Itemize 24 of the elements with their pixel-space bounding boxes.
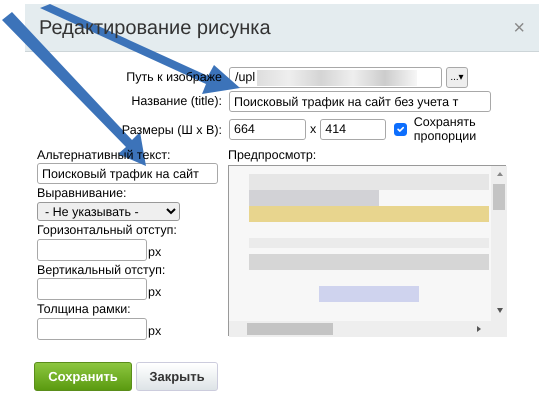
field-label: Название (title): (130, 94, 223, 109)
offset-field[interactable] (37, 238, 147, 261)
height-field[interactable]: 414 (320, 118, 386, 140)
field-label: Толщина рамки: (37, 302, 132, 318)
offset-field[interactable] (37, 278, 147, 300)
alt-text-field[interactable]: Поисковый трафик на сайт (37, 163, 218, 184)
width-field[interactable]: 664 (229, 118, 306, 140)
unit-label: px (148, 245, 162, 261)
align-select[interactable]: - Не указывать - (37, 202, 180, 221)
field-label: Вертикальный отступ: (37, 262, 166, 278)
browse-button[interactable]: ...▾ (446, 67, 468, 88)
path-field[interactable]: /upl (229, 67, 442, 88)
close-button[interactable]: Закрыть (136, 362, 218, 391)
field-label: Размеры (Ш x В): (120, 123, 223, 138)
size-separator: x (310, 122, 316, 137)
field-label: Выравнивание: (37, 186, 128, 202)
field-label: Горизонтальный отступ: (37, 223, 178, 239)
unit-label: px (148, 324, 162, 340)
unit-label: px (148, 284, 162, 300)
preview-label: Предпросмотр: (228, 148, 318, 163)
title-field[interactable]: Поисковый трафик на сайт без учета т (229, 91, 491, 112)
proportions-checkbox[interactable] (394, 123, 407, 136)
checkbox-label: Сохранять пропорции (414, 115, 478, 144)
offset-field[interactable] (37, 318, 147, 340)
